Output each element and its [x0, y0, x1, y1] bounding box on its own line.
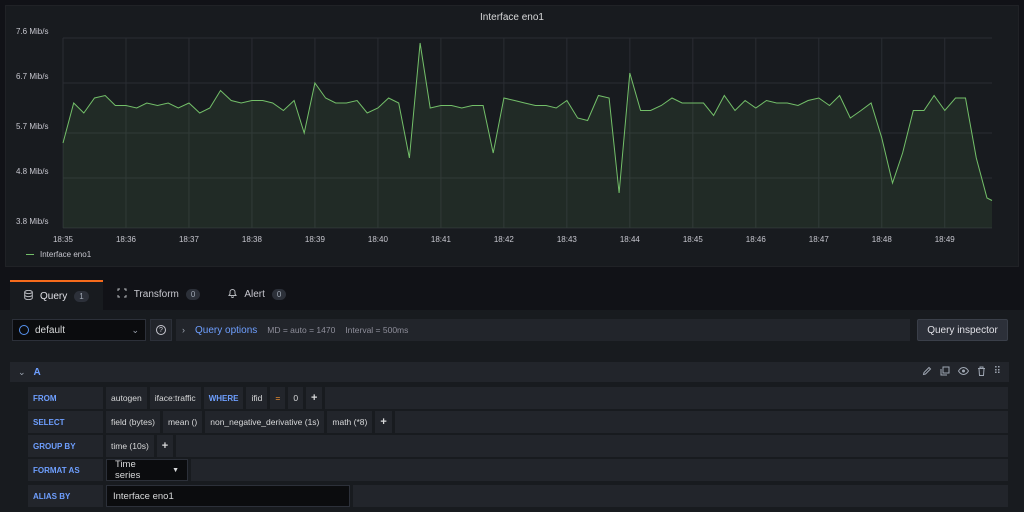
edit-icon[interactable]: [922, 366, 932, 379]
tab-label: Alert: [244, 288, 265, 300]
group-by-row: GROUP BY time (10s) +: [28, 435, 1008, 457]
query-row-actions: ⠿: [922, 366, 1001, 379]
x-tick-label: 18:36: [116, 235, 137, 244]
interval-text: Interval = 500ms: [345, 325, 409, 335]
where-value-segment[interactable]: 0: [288, 387, 304, 409]
duplicate-icon[interactable]: [940, 366, 950, 379]
trash-icon[interactable]: [977, 366, 986, 379]
measurement-segment[interactable]: iface:traffic: [149, 387, 201, 409]
x-tick-label: 18:49: [935, 235, 956, 244]
database-icon: [24, 289, 33, 303]
drag-handle-icon[interactable]: ⠿: [994, 366, 1001, 379]
eye-icon[interactable]: [957, 366, 969, 379]
row-filler: [353, 485, 1008, 507]
x-tick-label: 18:35: [53, 235, 74, 244]
alias-by-row: ALIAS BY Interface eno1: [28, 485, 1008, 507]
datasource-name: default: [35, 324, 66, 336]
chevron-right-icon: ›: [182, 325, 185, 335]
tab-count-badge: 1: [74, 290, 89, 302]
select-keyword: SELECT: [28, 411, 103, 433]
help-button[interactable]: ?: [150, 319, 172, 341]
y-tick-label: 4.8 Mib/s: [16, 167, 48, 176]
format-as-select[interactable]: Time series ▼: [106, 459, 188, 481]
select-field-segment[interactable]: field (bytes): [106, 411, 160, 433]
retention-policy-segment[interactable]: autogen: [106, 387, 147, 409]
series-area: [63, 43, 992, 228]
alias-by-keyword: ALIAS BY: [28, 485, 103, 507]
collapse-chevron-icon[interactable]: ⌄: [18, 367, 26, 378]
max-data-points-text: MD = auto = 1470: [267, 325, 336, 335]
legend-label: Interface eno1: [40, 250, 92, 259]
tab-transform[interactable]: Transform 0: [103, 280, 215, 308]
x-tick-label: 18:37: [179, 235, 200, 244]
row-filler: [191, 459, 1008, 481]
select-math-segment[interactable]: math (*8): [327, 411, 373, 433]
where-tag-segment[interactable]: ifid: [246, 387, 268, 409]
x-tick-label: 18:38: [242, 235, 263, 244]
from-row: FROM autogen iface:traffic WHERE ifid = …: [28, 387, 1008, 409]
datasource-picker[interactable]: default ⌄: [12, 319, 146, 341]
tab-count-badge: 0: [271, 288, 287, 300]
y-tick-label: 5.7 Mib/s: [16, 122, 48, 131]
x-tick-label: 18:45: [683, 235, 704, 244]
format-as-keyword: FORMAT AS: [28, 459, 103, 481]
x-tick-label: 18:46: [746, 235, 767, 244]
x-tick-label: 18:44: [620, 235, 641, 244]
query-ref-id[interactable]: A: [34, 367, 41, 378]
chart-svg: 3.8 Mib/s 4.8 Mib/s 5.7 Mib/s 6.7 Mib/s 7.6 …: [16, 27, 993, 244]
row-filler: [394, 411, 1008, 433]
tab-label: Query: [40, 290, 68, 302]
query-options-label: Query options: [195, 324, 258, 336]
add-group-by-button[interactable]: +: [156, 435, 174, 457]
question-icon: ?: [156, 325, 166, 335]
tab-count-badge: 0: [185, 288, 201, 300]
transform-icon: [117, 288, 127, 301]
x-tick-label: 18:41: [431, 235, 452, 244]
bell-icon: [228, 288, 238, 301]
caret-down-icon: ▼: [172, 466, 179, 474]
query-row-header[interactable]: ⌄ A ⠿: [10, 362, 1009, 382]
x-tick-label: 18:39: [305, 235, 326, 244]
select-mean-segment[interactable]: mean (): [162, 411, 203, 433]
format-as-value: Time series: [115, 459, 141, 481]
add-select-button[interactable]: +: [375, 411, 392, 433]
row-filler: [325, 387, 1008, 409]
select-row: SELECT field (bytes) mean () non_negativ…: [28, 411, 1008, 433]
tab-query[interactable]: Query 1: [10, 280, 103, 310]
x-tick-label: 18:43: [557, 235, 578, 244]
row-filler: [176, 435, 1008, 457]
legend-item[interactable]: Interface eno1: [26, 250, 91, 259]
format-as-row: FORMAT AS Time series ▼: [28, 459, 1008, 481]
y-tick-label: 6.7 Mib/s: [16, 72, 48, 81]
chevron-down-icon: ⌄: [131, 324, 139, 335]
where-keyword: WHERE: [203, 387, 244, 409]
x-tick-label: 18:40: [368, 235, 389, 244]
y-tick-label: 7.6 Mib/s: [16, 27, 48, 36]
datasource-logo-icon: [19, 325, 29, 335]
x-tick-label: 18:42: [494, 235, 515, 244]
y-tick-label: 3.8 Mib/s: [16, 217, 48, 226]
group-by-keyword: GROUP BY: [28, 435, 103, 457]
tab-label: Transform: [133, 288, 179, 300]
tab-alert[interactable]: Alert 0: [214, 280, 300, 308]
x-tick-label: 18:48: [872, 235, 893, 244]
x-tick-label: 18:47: [809, 235, 830, 244]
add-where-button[interactable]: +: [306, 387, 323, 409]
from-keyword: FROM: [28, 387, 103, 409]
query-inspector-button[interactable]: Query inspector: [917, 319, 1008, 341]
select-derivative-segment[interactable]: non_negative_derivative (1s): [205, 411, 325, 433]
legend-swatch: [26, 254, 34, 255]
editor-tabs: Query 1 Transform 0 Alert 0: [10, 280, 300, 310]
query-options-bar[interactable]: › Query options MD = auto = 1470 Interva…: [176, 319, 910, 341]
alias-by-input[interactable]: Interface eno1: [106, 485, 350, 507]
group-by-time-segment[interactable]: time (10s): [106, 435, 154, 457]
where-operator-segment[interactable]: =: [270, 387, 286, 409]
